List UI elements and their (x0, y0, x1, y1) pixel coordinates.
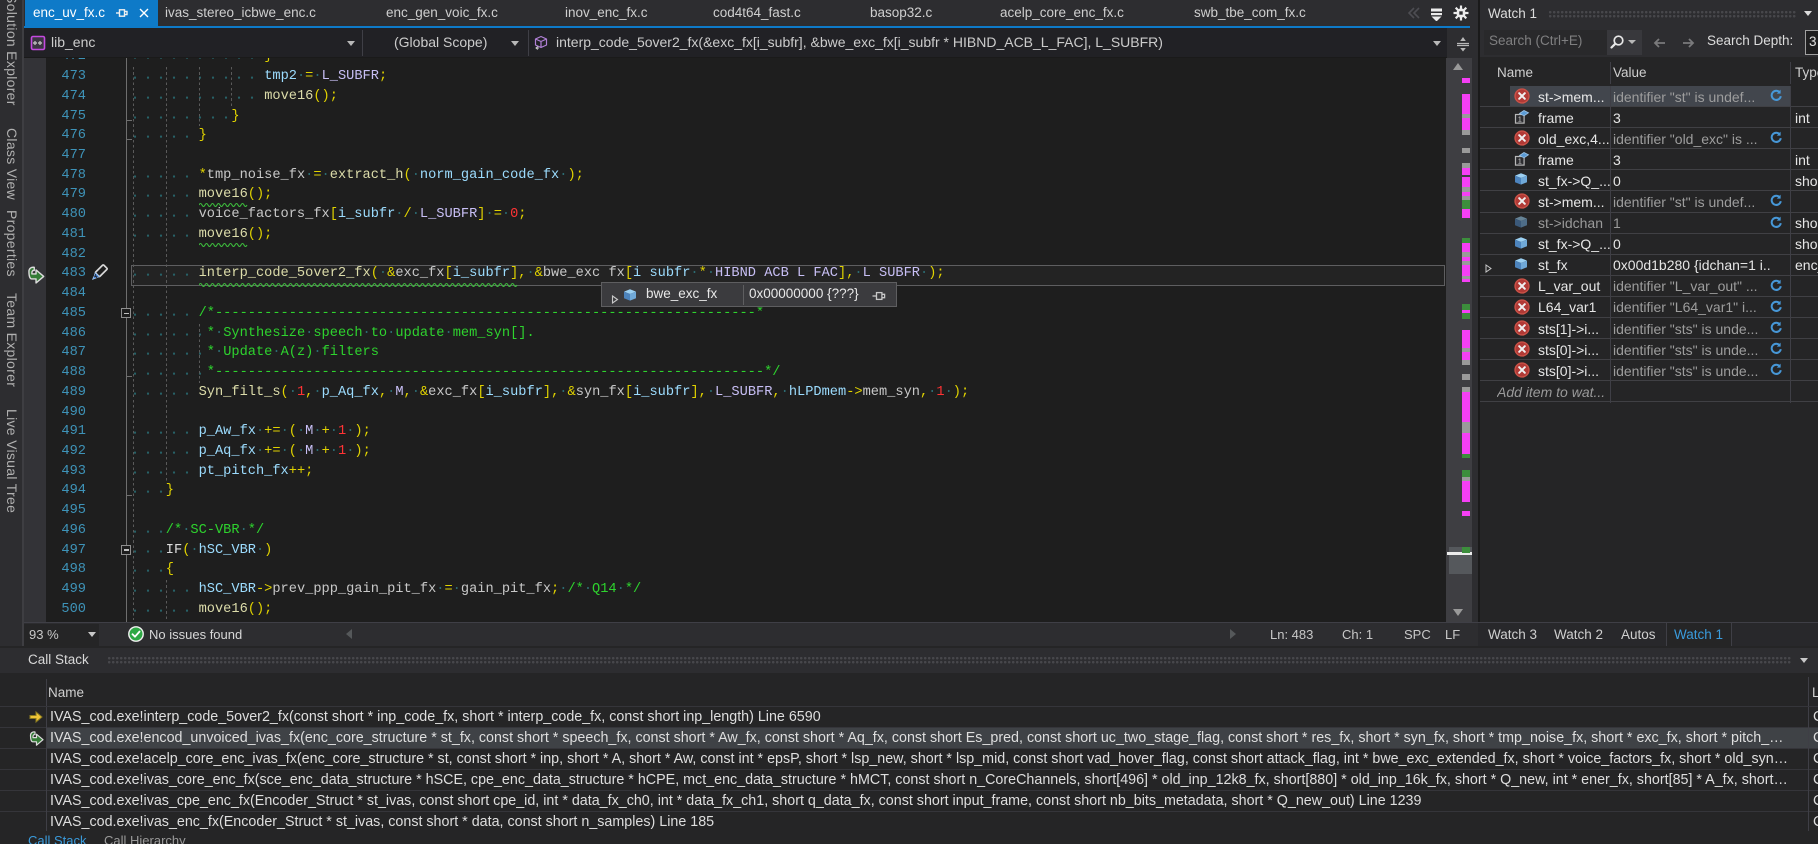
svg-text:1: 1 (1518, 117, 1522, 124)
svg-text:1: 1 (1518, 159, 1522, 166)
